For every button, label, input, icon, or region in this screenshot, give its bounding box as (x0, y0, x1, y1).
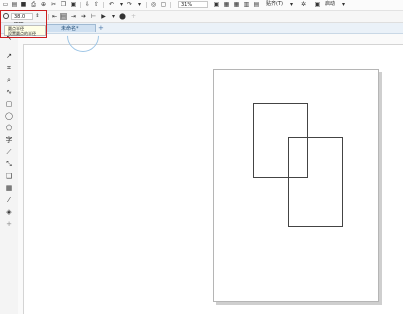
save-icon[interactable]: ■ (20, 1, 27, 8)
arrange-icon[interactable]: ⊢ (90, 13, 97, 20)
separator (80, 2, 81, 8)
chevron-down-icon[interactable]: ▾ (110, 13, 117, 20)
grid-icon[interactable]: ▦ (233, 1, 240, 8)
zoom-level-value: 31% (181, 2, 193, 8)
app-launcher-icon[interactable]: ◎ (150, 1, 157, 8)
cut-icon[interactable]: ✂ (50, 1, 57, 8)
polygon-tool-icon[interactable]: ⬠ (4, 123, 14, 133)
separator (48, 14, 49, 20)
launch-dropdown[interactable]: 启动 (323, 1, 339, 8)
shape-tool-icon[interactable]: ↗ (4, 51, 14, 61)
outline-options-icon[interactable]: ▤ (60, 13, 67, 20)
drop-shadow-tool-icon[interactable]: ❑ (4, 171, 14, 181)
launch-chevron-icon[interactable]: ▾ (340, 1, 347, 8)
rectangle-tool-icon[interactable]: ▢ (4, 99, 14, 109)
drawing-page[interactable] (213, 69, 379, 302)
standard-toolbar: ▭ ▤ ■ ⎙ ⊕ ✂ ❐ ▣ ⇩ ⇧ ↶ ▾ ↷ ▾ ◎ ▢ 31% ▣ ▦ … (0, 0, 403, 11)
rectangle-shape-2[interactable] (288, 137, 343, 227)
zoom-level-select[interactable]: 31% (178, 1, 208, 8)
export-icon[interactable]: ⊕ (40, 1, 47, 8)
snap-to-dropdown[interactable]: 贴齐(T) (264, 1, 286, 8)
gear-icon[interactable]: ✲ (300, 1, 307, 8)
to-back-icon[interactable]: ⇥ (70, 13, 77, 20)
vertical-ruler[interactable] (18, 44, 24, 314)
parallel-dimension-tool-icon[interactable]: ⟋ (4, 147, 14, 157)
zoom-tool-icon[interactable]: ⌕ (4, 75, 14, 85)
zoom-selection-icon[interactable]: ▦ (223, 1, 230, 8)
separator (103, 2, 104, 8)
document-tab-strip: 未命名* + (0, 23, 403, 34)
tooltip: 圆点半径 设置圆点的半径 (4, 25, 46, 36)
full-screen-icon[interactable]: ▢ (160, 1, 167, 8)
undo-dropdown-icon[interactable]: ▾ (118, 1, 125, 8)
interactive-fill-tool-icon[interactable]: ◈ (4, 207, 14, 217)
property-bar: 38.0 mm ⇕ ⇤ ▤ ⇥ ➔ ⊢ ▶ ▾ ⬤ + (0, 11, 403, 27)
ellipse-tool-icon[interactable]: ◯ (4, 111, 14, 121)
redo-dropdown-icon[interactable]: ▾ (136, 1, 143, 8)
new-document-icon[interactable]: ▭ (2, 1, 9, 8)
transparency-tool-icon[interactable]: ▦ (4, 183, 14, 193)
add-document-icon[interactable]: + (98, 24, 104, 32)
apply-icon[interactable]: ⬤ (119, 13, 126, 20)
undo-icon[interactable]: ↶ (108, 1, 115, 8)
play-icon[interactable]: ▶ (100, 13, 107, 20)
snap-to-label: 贴齐(T) (266, 1, 283, 7)
redo-icon[interactable]: ↷ (126, 1, 133, 8)
launch-icon[interactable]: ▣ (314, 1, 321, 8)
crop-tool-icon[interactable]: ⌗ (4, 63, 14, 73)
tooltip-description: 设置圆点的半径 (8, 31, 36, 36)
toolbox: ↖ ↗ ⌗ ⌕ ∿ ▢ ◯ ⬠ 字 ⟋ ⤡ ❑ ▦ ⁄ ◈ + (0, 23, 19, 314)
snap-dropdown-chevron-icon[interactable]: ▾ (288, 1, 295, 8)
eyedropper-tool-icon[interactable]: ⁄ (4, 195, 14, 205)
connector-tool-icon[interactable]: ⤡ (4, 159, 14, 169)
launch-label: 启动 (325, 1, 336, 7)
print-icon[interactable]: ⎙ (30, 1, 37, 8)
text-tool-icon[interactable]: 字 (4, 135, 14, 145)
zoom-page-icon[interactable]: ▣ (213, 1, 220, 8)
copy-icon[interactable]: ❐ (60, 1, 67, 8)
paste-icon[interactable]: ▣ (70, 1, 77, 8)
guidelines-icon[interactable]: ▤ (253, 1, 260, 8)
freehand-tool-icon[interactable]: ∿ (4, 87, 14, 97)
line-style-icon[interactable]: ⇤ (51, 13, 58, 20)
add-icon[interactable]: + (130, 13, 137, 20)
publish-icon[interactable]: ⇧ (93, 1, 100, 8)
rulers-icon[interactable]: ▥ (243, 1, 250, 8)
open-icon[interactable]: ▤ (11, 1, 18, 8)
separator (146, 2, 147, 8)
import-icon[interactable]: ⇩ (84, 1, 91, 8)
add-tool-icon[interactable]: + (4, 219, 14, 229)
separator (170, 2, 171, 8)
